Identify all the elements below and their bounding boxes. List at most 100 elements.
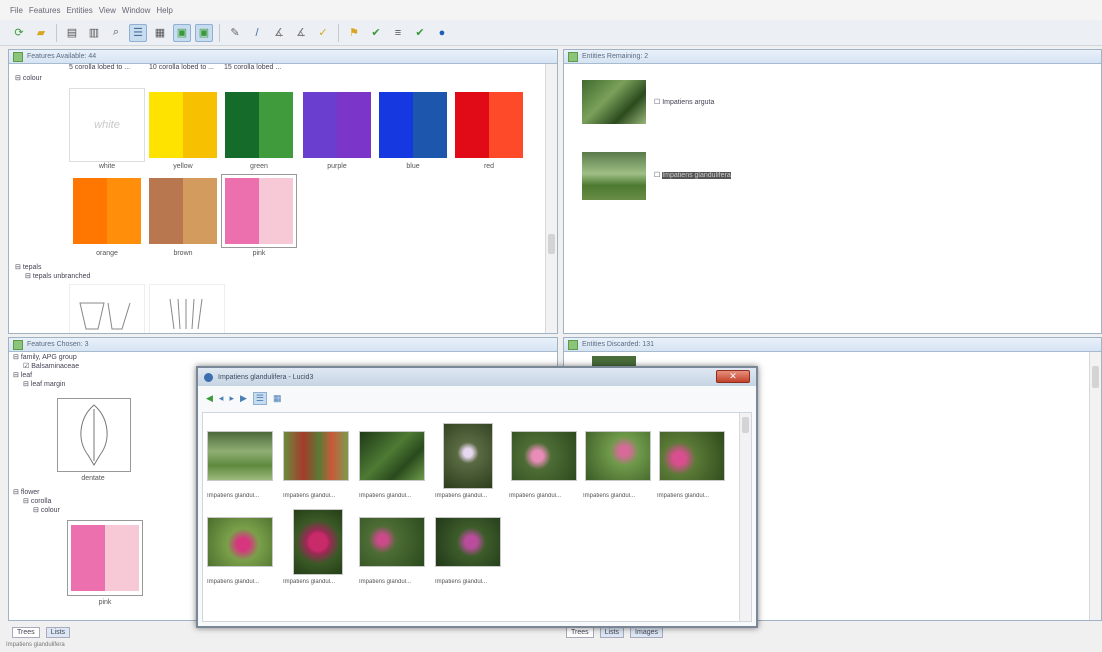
swatch-label-orange: orange xyxy=(96,250,118,257)
tree-view-icon[interactable]: ▦ xyxy=(151,24,169,42)
filter-icon[interactable]: ⚑ xyxy=(345,24,363,42)
ruler-icon[interactable]: ∡ xyxy=(270,24,288,42)
dentate-thumb[interactable] xyxy=(57,398,131,472)
grid-view-icon[interactable]: ☰ xyxy=(252,392,267,405)
menu-view[interactable]: View xyxy=(99,6,116,15)
tree-balsaminaceae[interactable]: ☑ Balsaminaceae xyxy=(23,362,79,370)
entities-discarded-scrollbar[interactable] xyxy=(1089,352,1101,620)
find-icon[interactable]: ⌕ xyxy=(107,24,125,42)
last-icon[interactable]: ▶ xyxy=(240,393,247,404)
entity-item-glandulifera[interactable]: ☐ Impatiens glandulifera xyxy=(654,171,731,179)
toolbar-separator xyxy=(338,23,339,42)
tag-icon[interactable]: ✎ xyxy=(226,24,244,42)
folder-open-icon[interactable]: ▰ xyxy=(32,24,50,42)
tepals-drawing-icon xyxy=(79,302,131,330)
tab-trees-left[interactable]: Trees xyxy=(12,627,40,638)
tab-lists-left[interactable]: Lists xyxy=(45,627,71,638)
menu-features[interactable]: Features xyxy=(29,6,61,15)
scrollbar-thumb[interactable] xyxy=(548,234,555,254)
entities-remaining-panel: Entities Remaining: 2 ☐ Impatiens arguta… xyxy=(563,49,1102,334)
menu-window[interactable]: Window xyxy=(122,6,150,15)
swatch-label-brown: brown xyxy=(173,250,193,257)
tepals-child-node[interactable]: ⊟ tepals unbranched xyxy=(25,272,90,280)
tab-trees-right[interactable]: Trees xyxy=(566,627,594,638)
photo-1[interactable] xyxy=(207,431,273,481)
entities-discarded-title-text: Entities Discarded: 131 xyxy=(582,341,654,348)
swatch-red[interactable] xyxy=(455,92,523,158)
tab-lists-right[interactable]: Lists xyxy=(599,627,625,638)
tepals-child-label: tepals unbranched xyxy=(32,273,91,280)
ruler2-icon[interactable]: ∡ xyxy=(292,24,310,42)
photo-10[interactable] xyxy=(359,517,425,567)
colour-node[interactable]: ⊟ colour xyxy=(15,74,42,82)
photo-3[interactable] xyxy=(359,431,425,481)
entity-label-arguta: Impatiens arguta xyxy=(662,99,715,106)
pin-icon[interactable]: ✓ xyxy=(314,24,332,42)
tree-corolla-label: corolla xyxy=(30,498,52,505)
photo-9[interactable] xyxy=(293,509,343,575)
menu-file[interactable]: File xyxy=(10,6,23,15)
tree-leaf[interactable]: ⊟ leaf xyxy=(13,371,32,379)
swatch-yellow[interactable] xyxy=(149,92,217,158)
features-available-scrollbar[interactable] xyxy=(545,64,557,333)
entity-thumb-arguta[interactable] xyxy=(582,80,646,124)
image-view2-icon[interactable]: ▣ xyxy=(195,23,213,42)
dialog-titlebar: Impatiens glandulifera - Lucid3 xyxy=(198,368,756,386)
first-icon[interactable]: ◀ xyxy=(206,393,213,404)
colour-node-label: colour xyxy=(22,75,42,82)
swatch-label-pink: pink xyxy=(252,250,266,257)
close-button[interactable]: ✕ xyxy=(716,370,750,383)
refresh-icon[interactable]: ⟳ xyxy=(10,24,28,42)
tepals-node[interactable]: ⊟ tepals xyxy=(15,263,42,271)
chosen-pink-swatch[interactable] xyxy=(71,525,139,591)
swatch-green[interactable] xyxy=(225,92,293,158)
photo-7[interactable] xyxy=(659,431,725,481)
swatch-purple[interactable] xyxy=(303,92,371,158)
single-view-icon[interactable]: ▦ xyxy=(273,393,282,404)
entities-remaining-title-text: Entities Remaining: 2 xyxy=(582,53,649,60)
tepals-lines-icon xyxy=(169,298,203,330)
save-icon[interactable]: ▤ xyxy=(63,24,81,42)
pencil-icon[interactable]: / xyxy=(248,24,266,42)
photo-11[interactable] xyxy=(435,517,501,567)
swatch-white[interactable]: white xyxy=(73,92,141,158)
photo-5[interactable] xyxy=(511,431,577,481)
check-icon[interactable]: ✔ xyxy=(367,24,385,42)
check2-icon[interactable]: ✔ xyxy=(411,24,429,42)
next-icon[interactable]: ▸ xyxy=(229,393,234,404)
photo-4[interactable] xyxy=(443,423,493,489)
list-view-icon[interactable]: ☰ xyxy=(129,23,147,42)
photo-2[interactable] xyxy=(283,431,349,481)
photo-8[interactable] xyxy=(207,517,273,567)
swatch-pink[interactable] xyxy=(225,178,293,244)
features-available-panel: Features Available: 44 5 corolla lobed t… xyxy=(8,49,558,334)
photo-grid-scrollbar[interactable] xyxy=(739,413,751,621)
image-view-icon[interactable]: ▣ xyxy=(173,23,191,42)
scrollbar-thumb[interactable] xyxy=(1092,366,1099,388)
swatch-label-yellow: yellow xyxy=(173,163,193,170)
swatch-blue[interactable] xyxy=(379,92,447,158)
help-icon[interactable]: ● xyxy=(433,24,451,42)
swatch-label-green: green xyxy=(250,163,268,170)
tepals-thumb-1[interactable] xyxy=(69,284,145,333)
tree-leaf-margin[interactable]: ⊟ leaf margin xyxy=(23,380,65,388)
toolbar-separator xyxy=(56,23,57,42)
menu-entities[interactable]: Entities xyxy=(66,6,92,15)
lines-icon[interactable]: ≡ xyxy=(389,24,407,42)
tepals-thumb-2[interactable] xyxy=(149,284,225,333)
entity-item-arguta[interactable]: ☐ Impatiens arguta xyxy=(654,98,714,106)
photo-6[interactable] xyxy=(585,431,651,481)
save-all-icon[interactable]: ▥ xyxy=(85,24,103,42)
photo-label-5: Impatiens glandul... xyxy=(509,493,562,499)
tree-colour[interactable]: ⊟ colour xyxy=(33,506,60,514)
tree-flower[interactable]: ⊟ flower xyxy=(13,488,40,496)
entity-thumb-glandulifera[interactable] xyxy=(582,152,646,200)
tab-images-right[interactable]: Images xyxy=(630,627,664,638)
tree-corolla[interactable]: ⊟ corolla xyxy=(23,497,51,505)
swatch-orange[interactable] xyxy=(73,178,141,244)
tree-family[interactable]: ⊟ family, APG group xyxy=(13,353,77,361)
prev-icon[interactable]: ◂ xyxy=(219,393,224,404)
menu-help[interactable]: Help xyxy=(156,6,172,15)
swatch-brown[interactable] xyxy=(149,178,217,244)
scrollbar-thumb[interactable] xyxy=(742,417,749,433)
